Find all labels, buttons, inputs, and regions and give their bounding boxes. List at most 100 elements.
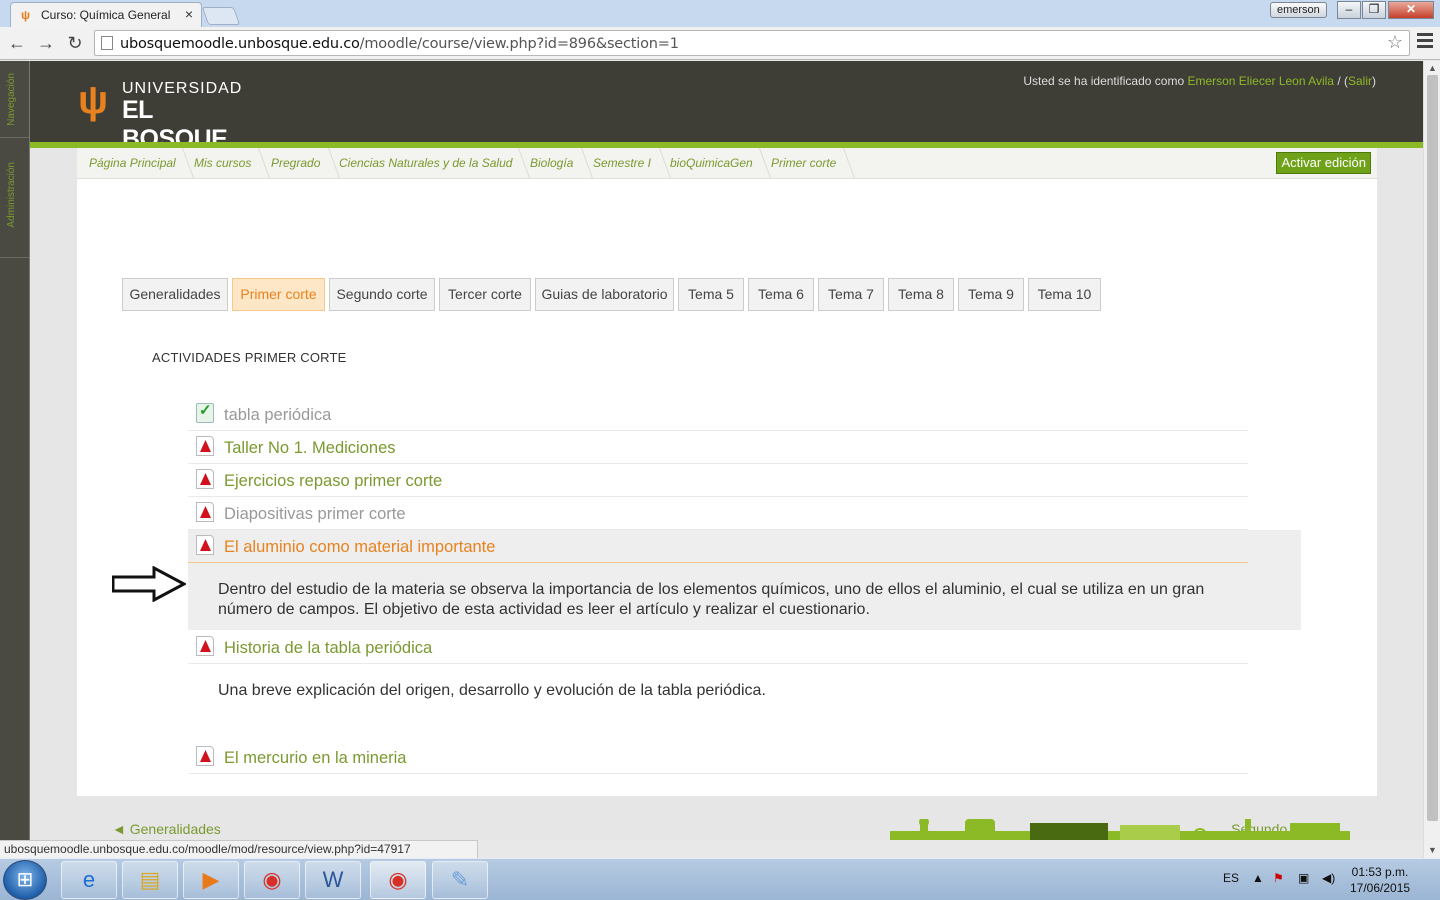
- pdf-icon: [196, 436, 214, 456]
- tab-tema-5[interactable]: Tema 5: [678, 278, 744, 311]
- scroll-up-icon[interactable]: ▲: [1428, 63, 1437, 73]
- tab-tema-6[interactable]: Tema 6: [748, 278, 814, 311]
- internet-explorer-icon[interactable]: e: [61, 861, 117, 899]
- language-indicator[interactable]: ES: [1223, 871, 1239, 885]
- activity-link[interactable]: El mercurio en la mineria: [224, 749, 406, 768]
- activity-item[interactable]: Diapositivas primer corte: [188, 497, 1248, 530]
- dock-label: Administración: [6, 162, 17, 228]
- activity-link[interactable]: Ejercicios repaso primer corte: [224, 472, 442, 491]
- main-content: Página Principal Mis cursos Pregrado Cie…: [77, 148, 1377, 837]
- close-window-button[interactable]: ✕: [1388, 1, 1434, 19]
- breadcrumb-item[interactable]: bioQuimicaGen: [670, 156, 753, 170]
- breadcrumb-item[interactable]: Pregrado: [271, 156, 320, 170]
- breadcrumb-item[interactable]: Semestre I: [593, 156, 651, 170]
- activity-link[interactable]: El aluminio como material importante: [224, 538, 495, 557]
- tab-tema-7[interactable]: Tema 7: [818, 278, 884, 311]
- activity-item[interactable]: El aluminio como material importante: [188, 530, 1248, 563]
- login-suffix: ): [1372, 74, 1376, 88]
- browser-user-chip[interactable]: emerson: [1270, 2, 1327, 18]
- checkbox-icon: [196, 401, 214, 423]
- media-player-icon[interactable]: ▶: [183, 861, 239, 899]
- taskbar: ⊞ e ▤ ▶ ◉ W ◉ ✎ ES ▲ ⚑ ▣ ◀) 01:53 p.m. 1…: [0, 858, 1440, 900]
- tab-tercer-corte[interactable]: Tercer corte: [439, 278, 531, 311]
- login-user-link[interactable]: Emerson Eliecer Leon Avila: [1187, 74, 1334, 88]
- tab-close-button[interactable]: ×: [185, 6, 193, 22]
- breadcrumb-item[interactable]: Página Principal: [89, 156, 176, 170]
- side-dock: Navegación Administración: [0, 61, 30, 840]
- pdf-icon: [196, 535, 214, 555]
- activity-item[interactable]: Taller No 1. Mediciones: [188, 431, 1248, 464]
- breadcrumb: Página Principal Mis cursos Pregrado Cie…: [77, 148, 1377, 179]
- breadcrumb-separator: [834, 148, 856, 179]
- start-button[interactable]: ⊞: [3, 860, 47, 900]
- status-bar: ubosquemoodle.unbosque.edu.co/moodle/mod…: [0, 840, 478, 859]
- file-explorer-icon[interactable]: ▤: [122, 861, 178, 899]
- dock-item-administracion[interactable]: Administración: [0, 138, 29, 258]
- pdf-icon: [196, 746, 214, 766]
- address-bar[interactable]: ubosquemoodle.unbosque.edu.co/moodle/cou…: [94, 30, 1410, 56]
- scroll-down-icon[interactable]: ▼: [1428, 845, 1437, 855]
- tab-tema-10[interactable]: Tema 10: [1028, 278, 1101, 311]
- breadcrumb-item[interactable]: Primer corte: [771, 156, 836, 170]
- logo-emblem-icon: ψ: [78, 78, 109, 122]
- chrome-icon[interactable]: ◉: [244, 861, 300, 899]
- footer-skyline-icon: [890, 819, 1350, 840]
- tab-segundo-corte[interactable]: Segundo corte: [329, 278, 435, 311]
- browser-tab[interactable]: ψ Curso: Química General ×: [10, 2, 202, 27]
- word-icon[interactable]: W: [305, 861, 361, 899]
- activity-item[interactable]: Historia de la tabla periódica: [188, 631, 1248, 664]
- back-arrow-icon[interactable]: ←: [6, 32, 28, 54]
- breadcrumb-item[interactable]: Biología: [530, 156, 573, 170]
- site-favicon-icon: ψ: [21, 8, 31, 22]
- maximize-button[interactable]: ❐: [1362, 1, 1386, 19]
- activity-item[interactable]: Ejercicios repaso primer corte: [188, 464, 1248, 497]
- login-prefix: Usted se ha identificado como: [1023, 74, 1188, 88]
- volume-icon[interactable]: ◀): [1322, 871, 1335, 885]
- clock-date: 17/06/2015: [1350, 881, 1411, 895]
- activity-link[interactable]: tabla periódica: [224, 406, 331, 425]
- new-tab-button[interactable]: [201, 7, 241, 25]
- breadcrumb-item[interactable]: Mis cursos: [194, 156, 251, 170]
- logout-link[interactable]: Salir: [1348, 74, 1372, 88]
- annotation-arrow-icon: [112, 566, 186, 602]
- login-sep: / (: [1333, 74, 1348, 88]
- network-icon[interactable]: ▣: [1298, 871, 1309, 885]
- browser-menu-icon[interactable]: [1417, 33, 1433, 53]
- login-info: Usted se ha identificado como Emerson El…: [1023, 74, 1376, 88]
- clock-time: 01:53 p.m.: [1351, 865, 1409, 879]
- reload-icon[interactable]: ↻: [64, 32, 86, 54]
- tab-title: Curso: Química General: [41, 8, 171, 22]
- prev-section-link[interactable]: ◄ Generalidades: [112, 821, 221, 837]
- activate-edit-button[interactable]: Activar edición: [1276, 152, 1371, 174]
- chrome-icon[interactable]: ◉: [370, 861, 426, 899]
- tab-generalidades[interactable]: Generalidades: [122, 278, 228, 311]
- pdf-icon: [196, 636, 214, 656]
- page-scrollbar[interactable]: ▲ ▼: [1423, 61, 1440, 858]
- page-viewport: Navegación Administración ψ UNIVERSIDAD …: [0, 61, 1423, 840]
- tab-guias-laboratorio[interactable]: Guias de laboratorio: [535, 278, 674, 311]
- browser-tab-bar: ψ Curso: Química General × emerson ‒ ❐ ✕: [0, 0, 1440, 27]
- activity-item[interactable]: tabla periódica: [188, 398, 1248, 431]
- show-hidden-icons[interactable]: ▲: [1252, 871, 1264, 885]
- minimize-button[interactable]: ‒: [1337, 1, 1361, 19]
- university-logo[interactable]: ψ UNIVERSIDAD EL BOSQUE: [78, 75, 258, 153]
- tab-primer-corte[interactable]: Primer corte: [232, 278, 325, 311]
- bookmark-star-icon[interactable]: ☆: [1387, 32, 1403, 53]
- url-text[interactable]: ubosquemoodle.unbosque.edu.co/moodle/cou…: [120, 36, 679, 52]
- tab-tema-8[interactable]: Tema 8: [888, 278, 954, 311]
- dock-item-navegacion[interactable]: Navegación: [0, 61, 29, 138]
- breadcrumb-separator: [650, 148, 672, 179]
- activity-item[interactable]: El mercurio en la mineria: [188, 741, 1248, 774]
- breadcrumb-item[interactable]: Ciencias Naturales y de la Salud: [339, 156, 512, 170]
- activity-link[interactable]: Diapositivas primer corte: [224, 505, 406, 524]
- tab-tema-9[interactable]: Tema 9: [958, 278, 1024, 311]
- forward-arrow-icon[interactable]: →: [35, 32, 57, 54]
- system-clock[interactable]: 01:53 p.m. 17/06/2015: [1350, 864, 1410, 896]
- site-header: ψ UNIVERSIDAD EL BOSQUE Usted se ha iden…: [30, 61, 1423, 153]
- paint-icon[interactable]: ✎: [432, 861, 488, 899]
- activity-link[interactable]: Taller No 1. Mediciones: [224, 439, 396, 458]
- action-center-icon[interactable]: ⚑: [1273, 871, 1284, 885]
- activity-link[interactable]: Historia de la tabla periódica: [224, 639, 432, 658]
- pdf-icon: [196, 469, 214, 489]
- scroll-thumb[interactable]: [1427, 75, 1438, 821]
